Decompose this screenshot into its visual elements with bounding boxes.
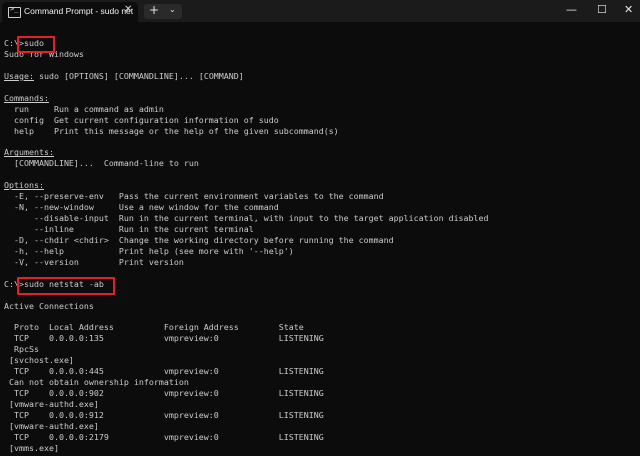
new-tab-icon[interactable]: + <box>149 3 159 17</box>
terminal-line: --disable-input Run in the current termi… <box>4 213 489 223</box>
minimize-icon[interactable]: — <box>566 3 577 16</box>
terminal-line: -V, --version Print version <box>4 256 184 267</box>
terminal-line: config Get current configuration informa… <box>4 114 279 125</box>
tab-close-icon[interactable]: ✕ <box>124 4 132 15</box>
terminal-icon: >_ <box>8 5 21 18</box>
tab-command-prompt[interactable]: >_ Command Prompt - sudo net ✕ <box>2 2 138 22</box>
tab-title: Command Prompt - sudo net <box>24 6 134 16</box>
terminal-line: Sudo for Windows <box>4 48 84 59</box>
terminal-output[interactable]: C:\>sudo Sudo for Windows Usage: sudo [OPT… <box>4 38 640 454</box>
terminal-line: C:\>sudo <box>4 38 44 48</box>
terminal-icon-glyph: >_ <box>10 5 19 13</box>
terminal-line: Active Connections <box>4 300 94 311</box>
tab-actions: + ⌄ <box>144 3 182 19</box>
terminal-line: [svchost.exe] <box>4 355 74 366</box>
terminal-line: Options: <box>4 180 44 191</box>
terminal-line: TCP 0.0.0.0:135 vmpreview:0 LISTENING <box>4 333 324 344</box>
terminal-line: Commands: <box>4 92 49 103</box>
maximize-icon[interactable]: ☐ <box>597 3 607 16</box>
terminal-line: [vmware-authd.exe] <box>4 398 99 409</box>
terminal-line: [vmware-authd.exe] <box>4 420 99 431</box>
terminal-line: run Run a command as admin <box>4 103 164 114</box>
terminal-line: TCP 0.0.0.0:912 vmpreview:0 LISTENING <box>4 409 324 420</box>
terminal-line: TCP 0.0.0.0:445 vmpreview:0 LISTENING <box>4 366 324 377</box>
chevron-down-icon[interactable]: ⌄ <box>169 5 176 14</box>
terminal-line: Arguments: <box>4 147 54 158</box>
terminal-line: -D, --chdir <chdir> Change the working d… <box>4 234 394 245</box>
terminal-line: TCP 0.0.0.0:2179 vmpreview:0 LISTENING <box>4 431 324 442</box>
terminal-line: [vmms.exe] <box>4 442 59 453</box>
terminal-line: Proto Local Address Foreign Address Stat… <box>4 322 304 333</box>
title-bar: >_ Command Prompt - sudo net ✕ + ⌄ — ☐ ✕ <box>0 0 640 22</box>
terminal-line: help Print this message or the help of t… <box>4 125 339 136</box>
terminal-line: Can not obtain ownership information <box>4 377 189 388</box>
terminal-line: Usage: sudo [OPTIONS] [COMMANDLINE]... [… <box>4 70 244 81</box>
window-close-icon[interactable]: ✕ <box>624 3 633 16</box>
terminal-line: -h, --help Print help (see more with '--… <box>4 245 294 256</box>
terminal-line: [COMMANDLINE]... Command-line to run <box>4 158 199 169</box>
terminal-line: --inline Run in the current terminal <box>4 223 254 234</box>
terminal-line: RpcSs <box>4 344 39 355</box>
highlight-sudo-command <box>17 36 55 53</box>
terminal-line: -N, --new-window Use a new window for th… <box>4 202 279 213</box>
terminal-line: -E, --preserve-env Pass the current envi… <box>4 191 384 202</box>
highlight-netstat-command <box>17 277 115 295</box>
terminal-line: TCP 0.0.0.0:902 vmpreview:0 LISTENING <box>4 388 324 398</box>
